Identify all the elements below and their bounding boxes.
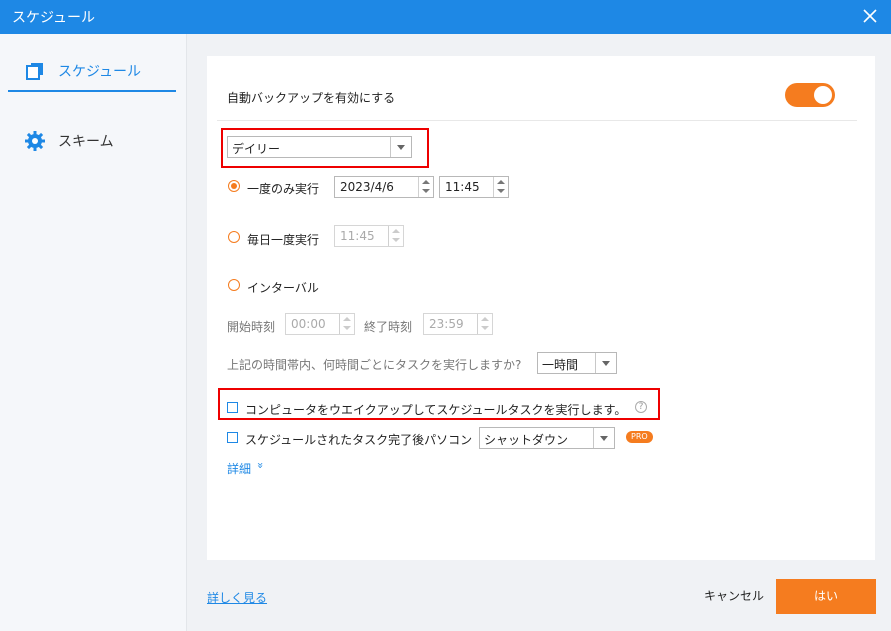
sidebar-item-label: スキーム xyxy=(58,134,114,150)
sidebar-item-scheme[interactable]: スキーム xyxy=(8,120,176,160)
learn-more-link[interactable]: 詳しく見る xyxy=(207,589,267,606)
chevron-down-icon xyxy=(593,428,614,448)
window-title: スケジュール xyxy=(12,10,96,26)
close-icon[interactable] xyxy=(859,5,881,27)
radio-interval[interactable] xyxy=(228,279,240,291)
interval-repeat-value: 一時間 xyxy=(542,358,579,372)
interval-end-stepper[interactable]: 23:59 xyxy=(423,313,493,335)
divider xyxy=(217,120,857,121)
help-icon[interactable]: ? xyxy=(635,401,647,413)
stepper-buttons[interactable] xyxy=(418,177,433,197)
frequency-value: デイリー xyxy=(232,142,281,156)
after-task-checkbox[interactable] xyxy=(227,432,238,443)
interval-end-label: 終了時刻 xyxy=(364,320,413,334)
daily-time: 11:45 xyxy=(340,229,375,243)
interval-label: インターバル xyxy=(247,281,319,295)
stepper-buttons[interactable] xyxy=(493,177,508,197)
interval-end-value: 23:59 xyxy=(429,317,464,331)
sidebar: スケジュール スキーム xyxy=(0,34,187,631)
chevron-down-icon xyxy=(595,353,616,373)
wake-checkbox[interactable] xyxy=(227,402,238,413)
pro-badge: PRO xyxy=(626,431,653,443)
title-bar: スケジュール xyxy=(0,0,891,34)
frequency-select[interactable]: デイリー xyxy=(227,136,412,158)
interval-start-stepper[interactable]: 00:00 xyxy=(285,313,355,335)
radio-run-once[interactable] xyxy=(228,180,240,192)
wake-label: コンピュータをウエイクアップしてスケジュールタスクを実行します。 xyxy=(245,403,627,417)
chevron-down-icon xyxy=(390,137,411,157)
details-link[interactable]: 詳細 xyxy=(227,460,251,477)
daily-label: 毎日一度実行 xyxy=(247,233,320,247)
interval-start-value: 00:00 xyxy=(291,317,326,331)
after-task-value: シャットダウン xyxy=(484,433,569,447)
stepper-buttons[interactable] xyxy=(388,226,403,246)
radio-daily[interactable] xyxy=(228,231,240,243)
run-once-date-stepper[interactable]: 2023/4/6 xyxy=(334,176,434,198)
ok-button[interactable]: はい xyxy=(776,579,876,614)
stepper-buttons[interactable] xyxy=(477,314,492,334)
run-once-time: 11:45 xyxy=(445,180,480,194)
after-task-label: スケジュールされたタスク完了後パソコン xyxy=(245,433,473,447)
interval-start-label: 開始時刻 xyxy=(227,320,276,334)
toggle-knob xyxy=(814,86,832,104)
settings-panel: 自動バックアップを有効にする デイリー 一度のみ実行 2023/4/6 11:4… xyxy=(207,56,875,560)
run-once-date: 2023/4/6 xyxy=(340,180,394,194)
auto-backup-toggle[interactable] xyxy=(785,83,835,107)
sidebar-item-label: スケジュール xyxy=(58,64,142,80)
run-once-label: 一度のみ実行 xyxy=(247,182,320,196)
sidebar-item-schedule[interactable]: スケジュール xyxy=(8,50,176,92)
copy-icon xyxy=(26,63,43,80)
after-task-select[interactable]: シャットダウン xyxy=(479,427,615,449)
stepper-buttons[interactable] xyxy=(339,314,354,334)
run-once-time-stepper[interactable]: 11:45 xyxy=(439,176,509,198)
interval-repeat-select[interactable]: 一時間 xyxy=(537,352,617,374)
gear-icon xyxy=(25,131,45,151)
chevron-down-icon[interactable]: » xyxy=(254,462,267,469)
interval-repeat-question: 上記の時間帯内、何時間ごとにタスクを実行しますか? xyxy=(227,358,522,372)
auto-backup-label: 自動バックアップを有効にする xyxy=(227,91,396,105)
cancel-button[interactable]: キャンセル xyxy=(704,587,764,604)
daily-time-stepper[interactable]: 11:45 xyxy=(334,225,404,247)
